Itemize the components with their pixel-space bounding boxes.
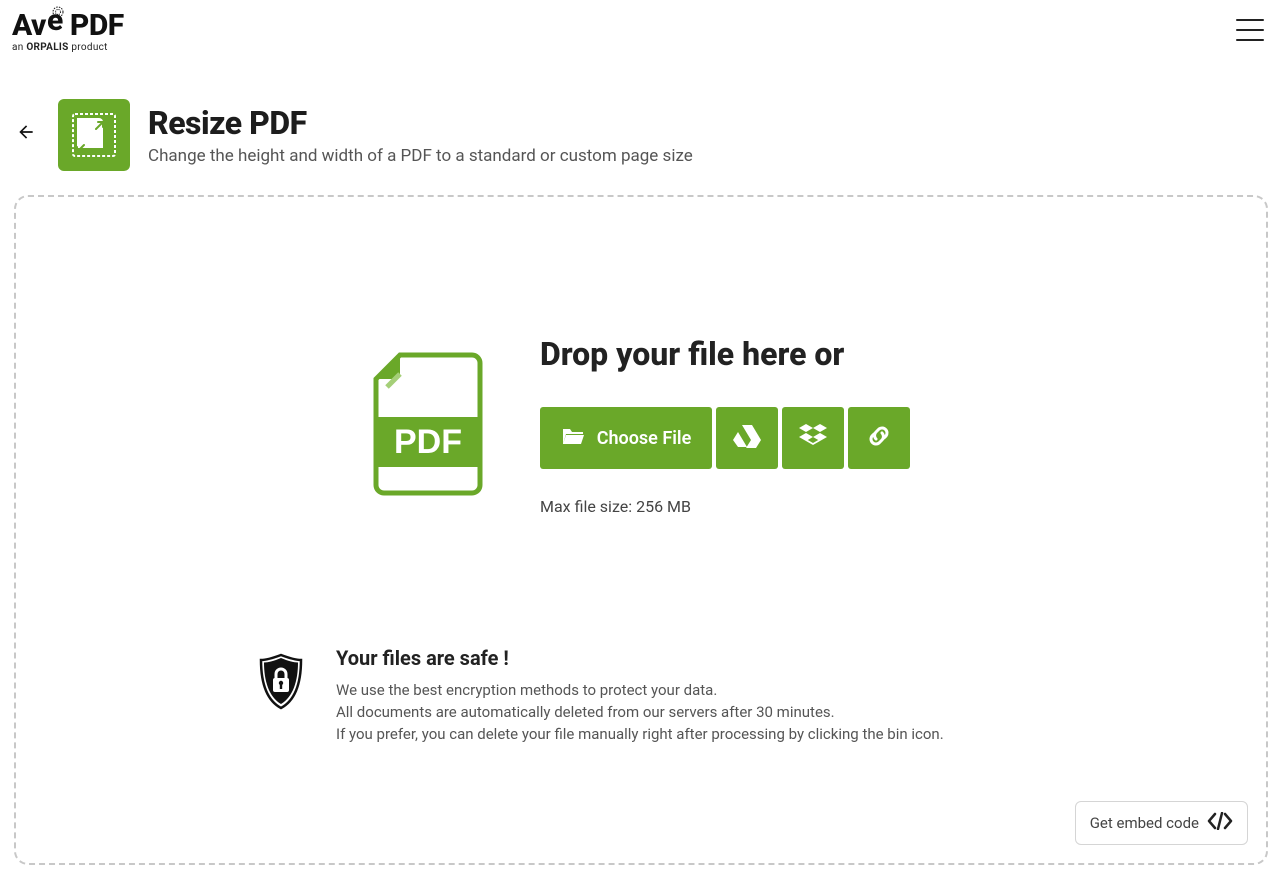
google-drive-button[interactable] [716,407,778,469]
drop-heading: Drop your file here or [540,335,844,373]
code-icon [1207,812,1233,834]
svg-text:e: e [47,6,63,36]
logo-text: Av e PDF [12,6,124,44]
svg-text:PDF: PDF [394,423,462,461]
dropzone[interactable]: PDF Drop your file here or Choose File [14,195,1268,865]
dropbox-button[interactable] [782,407,844,469]
choose-file-button[interactable]: Choose File [540,407,712,469]
link-icon [866,423,892,454]
logo-part2: PDF [70,8,124,43]
choose-file-label: Choose File [597,428,692,449]
menu-icon[interactable] [1236,19,1264,41]
safe-line3: If you prefer, you can delete your file … [336,724,944,746]
logo[interactable]: Av e PDF an ORPALIS product [12,6,124,53]
safe-line2: All documents are automatically deleted … [336,702,944,724]
embed-label: Get embed code [1090,814,1199,832]
url-button[interactable] [848,407,910,469]
header: Av e PDF an ORPALIS product [0,0,1282,59]
safe-line1: We use the best encryption methods to pr… [336,680,944,702]
page-subtitle: Change the height and width of a PDF to … [148,146,693,166]
safe-heading: Your files are safe ! [336,646,944,670]
dropbox-icon [799,424,827,453]
back-arrow-icon[interactable] [12,118,40,152]
page-title: Resize PDF [148,104,693,142]
folder-open-icon [561,426,585,451]
tool-header: Resize PDF Change the height and width o… [0,59,1282,195]
max-file-note: Max file size: 256 MB [540,497,691,516]
resize-tool-icon [58,99,130,171]
shield-lock-icon [256,646,306,716]
logo-part1: Av [12,8,46,43]
get-embed-code-button[interactable]: Get embed code [1075,801,1248,845]
logo-e-icon: e [46,6,70,44]
upload-buttons: Choose File [540,407,910,469]
pdf-file-icon: PDF [372,351,484,501]
google-drive-icon [733,424,761,453]
safety-notice: Your files are safe ! We use the best en… [16,516,1266,745]
